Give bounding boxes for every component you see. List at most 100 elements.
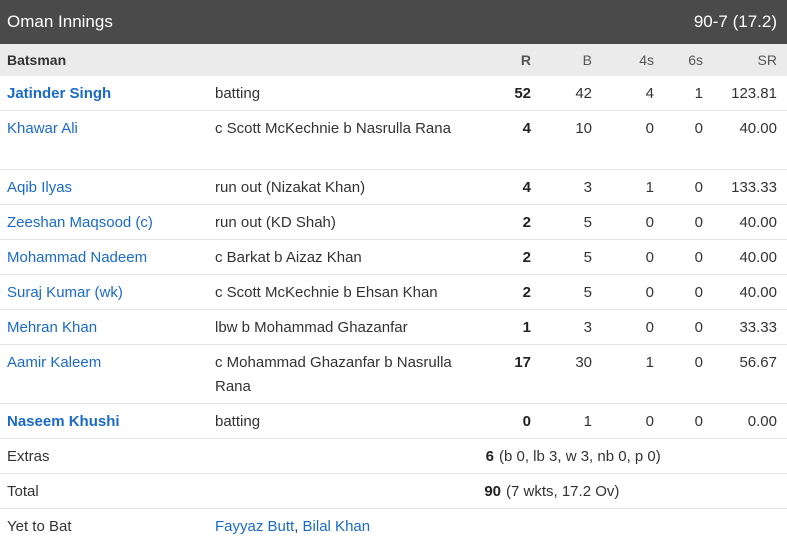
balls-value: 1: [583, 413, 592, 430]
total-row: Total 90 (7 wkts, 17.2 Ov): [0, 474, 787, 509]
fours-value: 4: [645, 85, 654, 102]
strike-rate-value: 0.00: [747, 413, 777, 430]
yet-to-bat-row: Yet to Bat Fayyaz Butt, Bilal Khan: [0, 509, 787, 545]
dismissal-text: run out (KD Shah): [215, 214, 336, 231]
dismissal-text: c Scott McKechnie b Ehsan Khan: [215, 284, 438, 301]
col-runs: R: [520, 52, 531, 68]
batsman-name-cell: Jatinder Singh: [0, 82, 208, 106]
batsman-name-link[interactable]: Khawar Ali: [7, 120, 78, 137]
runs-value: 4: [522, 179, 531, 196]
batsman-name-link[interactable]: Mehran Khan: [7, 319, 97, 336]
strike-rate-value: 56.67: [739, 354, 777, 371]
sixes-value: 0: [694, 179, 703, 196]
runs-value: 4: [522, 120, 531, 137]
fours-value: 0: [645, 249, 654, 266]
runs-value: 17: [514, 354, 531, 371]
balls-value: 3: [583, 179, 592, 196]
batsman-name-cell: Khawar Ali: [0, 117, 208, 141]
batsmen-list: Jatinder Singh batting 52 42 4 1 123.81 Khawar …: [0, 76, 787, 439]
strike-rate-value: 133.33: [731, 179, 777, 196]
total-runs: 90: [484, 483, 501, 500]
sixes-value: 0: [694, 319, 703, 336]
batsman-name-link[interactable]: Mohammad Nadeem: [7, 249, 147, 266]
extras-row: Extras 6 (b 0, lb 3, w 3, nb 0, p 0): [0, 439, 787, 474]
dismissal-text: batting: [215, 85, 261, 102]
runs-value: 1: [522, 319, 531, 336]
sixes-value: 0: [694, 354, 703, 371]
col-fours: 4s: [639, 52, 654, 68]
batsman-name-link[interactable]: Zeeshan Maqsood (c): [7, 214, 153, 231]
innings-score: 90-7 (17.2): [693, 12, 777, 31]
runs-value: 2: [522, 249, 531, 266]
runs-value: 0: [522, 413, 531, 430]
batsman-name-link[interactable]: Suraj Kumar (wk): [7, 284, 123, 301]
col-balls: B: [582, 52, 592, 68]
strike-rate-value: 40.00: [739, 120, 777, 137]
innings-header: Oman Innings 90-7 (17.2): [0, 0, 787, 44]
batsman-row: Khawar Ali c Scott McKechnie b Nasrulla R…: [0, 111, 787, 170]
balls-value: 5: [583, 284, 592, 301]
col-batsman: Batsman: [7, 52, 67, 68]
runs-value: 2: [522, 284, 531, 301]
fours-value: 0: [645, 319, 654, 336]
batsman-row: Naseem Khushi batting 0 1 0 0 0.00: [0, 404, 787, 439]
strike-rate-value: 40.00: [739, 284, 777, 301]
balls-value: 30: [575, 354, 592, 371]
batsman-name-link[interactable]: Aqib Ilyas: [7, 179, 72, 196]
balls-value: 42: [575, 85, 592, 102]
batsman-row: Mehran Khan lbw b Mohammad Ghazanfar 1 3 0 0 3…: [0, 310, 787, 345]
col-sixes: 6s: [688, 52, 703, 68]
innings-title: Oman Innings: [7, 12, 113, 31]
batsman-name-cell: Mohammad Nadeem: [0, 246, 208, 270]
batsman-row: Suraj Kumar (wk) c Scott McKechnie b Ehsa…: [0, 275, 787, 310]
col-strike-rate: SR: [757, 52, 777, 68]
sixes-value: 0: [694, 214, 703, 231]
strike-rate-value: 40.00: [739, 249, 777, 266]
dismissal-text: c Barkat b Aizaz Khan: [215, 249, 362, 266]
yet-to-bat-label: Yet to Bat: [7, 518, 72, 535]
strike-rate-value: 123.81: [731, 85, 777, 102]
dismissal-text: lbw b Mohammad Ghazanfar: [215, 319, 408, 336]
column-headers: Batsman R B 4s 6s SR: [0, 44, 787, 76]
sixes-value: 1: [694, 85, 703, 102]
sixes-value: 0: [694, 120, 703, 137]
player-separator: ,: [294, 518, 303, 535]
fours-value: 0: [645, 214, 654, 231]
balls-value: 5: [583, 249, 592, 266]
fours-value: 1: [645, 354, 654, 371]
sixes-value: 0: [694, 413, 703, 430]
runs-value: 2: [522, 214, 531, 231]
batsman-name-cell: Suraj Kumar (wk): [0, 281, 208, 305]
yet-to-bat-player-link[interactable]: Bilal Khan: [303, 518, 371, 535]
dismissal-text: run out (Nizakat Khan): [215, 179, 366, 196]
batsman-name-link[interactable]: Aamir Kaleem: [7, 354, 101, 371]
extras-label: Extras: [7, 448, 50, 465]
batsman-row: Zeeshan Maqsood (c) run out (KD Shah) 2 5 0 0…: [0, 205, 787, 240]
sixes-value: 0: [694, 284, 703, 301]
dismissal-text: c Scott McKechnie b Nasrulla Rana: [215, 120, 451, 137]
yet-to-bat-player-link[interactable]: Fayyaz Butt: [215, 518, 294, 535]
batsman-name-link[interactable]: Naseem Khushi: [7, 413, 120, 430]
balls-value: 5: [583, 214, 592, 231]
balls-value: 3: [583, 319, 592, 336]
batsman-name-cell: Aqib Ilyas: [0, 176, 208, 200]
sixes-value: 0: [694, 249, 703, 266]
batsman-name-cell: Naseem Khushi: [0, 410, 208, 434]
fours-value: 1: [645, 179, 654, 196]
total-detail: (7 wkts, 17.2 Ov): [506, 483, 620, 500]
balls-value: 10: [575, 120, 592, 137]
extras-total: 6: [485, 448, 494, 465]
fours-value: 0: [645, 284, 654, 301]
dismissal-text: c Mohammad Ghazanfar b Nasrulla Rana: [215, 354, 452, 395]
extras-detail: (b 0, lb 3, w 3, nb 0, p 0): [499, 448, 661, 465]
batsman-row: Aamir Kaleem c Mohammad Ghazanfar b Nasru…: [0, 345, 787, 404]
runs-value: 52: [514, 85, 531, 102]
batsman-row: Mohammad Nadeem c Barkat b Aizaz Khan 2 5 0 0…: [0, 240, 787, 275]
total-label: Total: [7, 483, 39, 500]
fours-value: 0: [645, 120, 654, 137]
dismissal-text: batting: [215, 413, 261, 430]
strike-rate-value: 33.33: [739, 319, 777, 336]
batsman-name-link[interactable]: Jatinder Singh: [7, 85, 111, 102]
batsman-name-cell: Zeeshan Maqsood (c): [0, 211, 208, 235]
yet-to-bat-players: Fayyaz Butt, Bilal Khan: [208, 515, 608, 539]
